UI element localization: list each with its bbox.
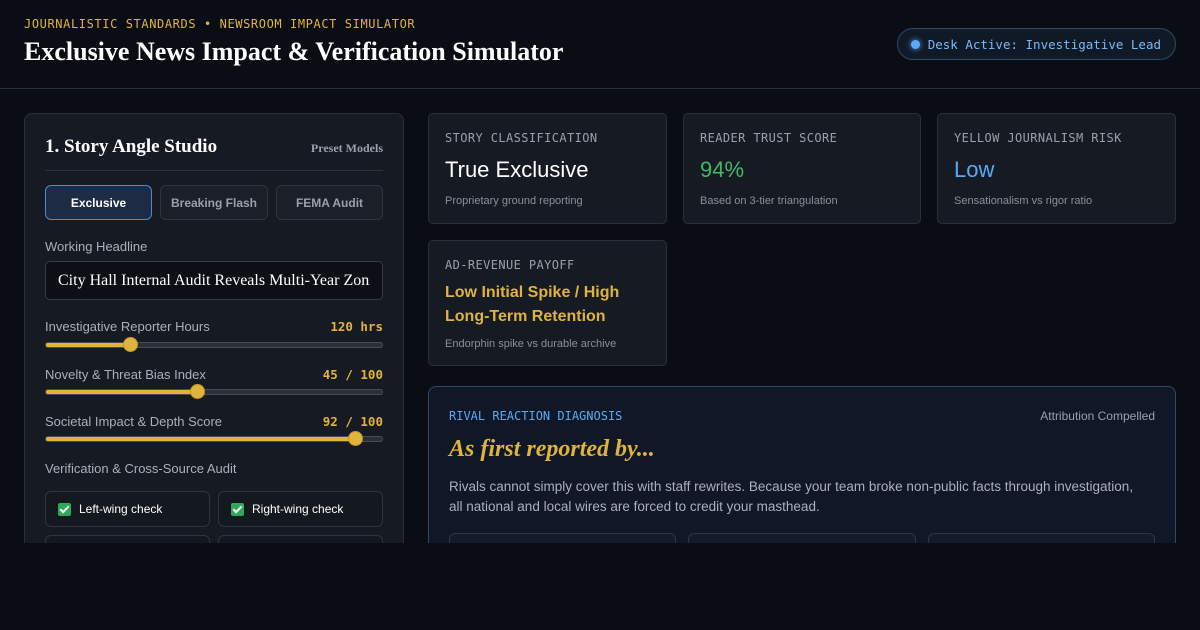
page-header: JOURNALISTIC STANDARDS • NEWSROOM IMPACT… — [0, 0, 1200, 89]
stat-label: Reader Trust Score — [700, 131, 838, 145]
impact-depth-value: 92 / 100 — [322, 414, 383, 429]
header-eyebrow: JOURNALISTIC STANDARDS • NEWSROOM IMPACT… — [24, 17, 416, 31]
slider-thumb[interactable] — [348, 431, 364, 446]
stat-label: Story Classification — [445, 131, 598, 145]
impact-depth-label: Societal Impact & Depth Score — [45, 414, 223, 429]
stat-caption: Based on 3-tier triangulation — [700, 195, 838, 207]
slider-fill — [46, 343, 130, 347]
studio-header: 1. Story Angle Studio Preset Models — [45, 136, 383, 171]
reporter-hours-slider[interactable] — [45, 337, 383, 352]
verification-label: Verification & Cross-Source Audit — [45, 461, 237, 476]
headline-label: Working Headline — [45, 239, 148, 254]
impact-depth-slider[interactable] — [45, 431, 383, 446]
rival-title: As first reported by... — [449, 436, 655, 462]
desk-status-badge: Desk Active: Investigative Lead — [896, 28, 1176, 60]
stat-value: Low Initial Spike / High Long-Term Reten… — [445, 284, 620, 325]
right-wing-check[interactable]: Right-wing check — [218, 491, 383, 527]
checkbox-checked-icon[interactable] — [231, 502, 244, 516]
reporter-hours-label: Investigative Reporter Hours — [45, 319, 210, 334]
rival-eyebrow: RIVAL REACTION DIAGNOSIS — [449, 409, 623, 423]
preset-models-link[interactable]: Preset Models — [311, 141, 383, 156]
status-dot-icon — [910, 39, 920, 49]
preset-exclusive-button[interactable]: Exclusive — [45, 185, 152, 220]
reporter-hours-value: 120 hrs — [330, 319, 383, 334]
slider-fill — [46, 390, 198, 394]
stat-label: Yellow Journalism Risk — [954, 131, 1122, 145]
novelty-bias-value: 45 / 100 — [322, 367, 383, 382]
checkbox-checked-icon[interactable] — [58, 502, 71, 516]
stat-caption: Endorphin spike vs durable archive — [445, 338, 617, 350]
check-label: Right-wing check — [252, 502, 344, 516]
studio-title: 1. Story Angle Studio — [45, 136, 218, 157]
attribution-tag: Attribution Compelled — [1040, 409, 1155, 423]
check-label: Left-wing check — [79, 502, 163, 516]
left-wing-check[interactable]: Left-wing check — [45, 491, 210, 527]
slider-fill — [46, 437, 356, 441]
yellow-journalism-risk-card: Yellow Journalism Risk Low Sensationalis… — [937, 113, 1176, 224]
stat-value: 94% — [700, 157, 745, 182]
preset-breaking-flash-button[interactable]: Breaking Flash — [160, 185, 268, 220]
preset-fema-audit-button[interactable]: FEMA Audit — [276, 185, 383, 220]
story-classification-card: Story Classification True Exclusive Prop… — [428, 113, 667, 224]
slider-thumb[interactable] — [190, 384, 206, 399]
desk-status-text: Desk Active: Investigative Lead — [927, 36, 1161, 52]
ad-revenue-payoff-card: Ad-Revenue Payoff Low Initial Spike / Hi… — [428, 240, 667, 366]
rival-description: Rivals cannot simply cover this with sta… — [449, 479, 1134, 514]
stat-label: Ad-Revenue Payoff — [445, 258, 575, 272]
novelty-bias-slider[interactable] — [45, 384, 383, 399]
stat-caption: Proprietary ground reporting — [445, 195, 583, 207]
slider-thumb[interactable] — [123, 337, 138, 352]
reader-trust-card: Reader Trust Score 94% Based on 3-tier t… — [683, 113, 921, 224]
story-angle-studio-panel: 1. Story Angle Studio Preset Models Excl… — [24, 113, 404, 573]
stat-caption: Sensationalism vs rigor ratio — [954, 195, 1093, 207]
novelty-bias-label: Novelty & Threat Bias Index — [45, 367, 206, 382]
stat-value: Low — [954, 157, 995, 182]
viewport-cutoff — [0, 543, 1200, 630]
headline-input[interactable] — [45, 261, 383, 300]
stat-value: True Exclusive — [445, 157, 589, 182]
page-title: Exclusive News Impact & Verification Sim… — [24, 37, 564, 66]
